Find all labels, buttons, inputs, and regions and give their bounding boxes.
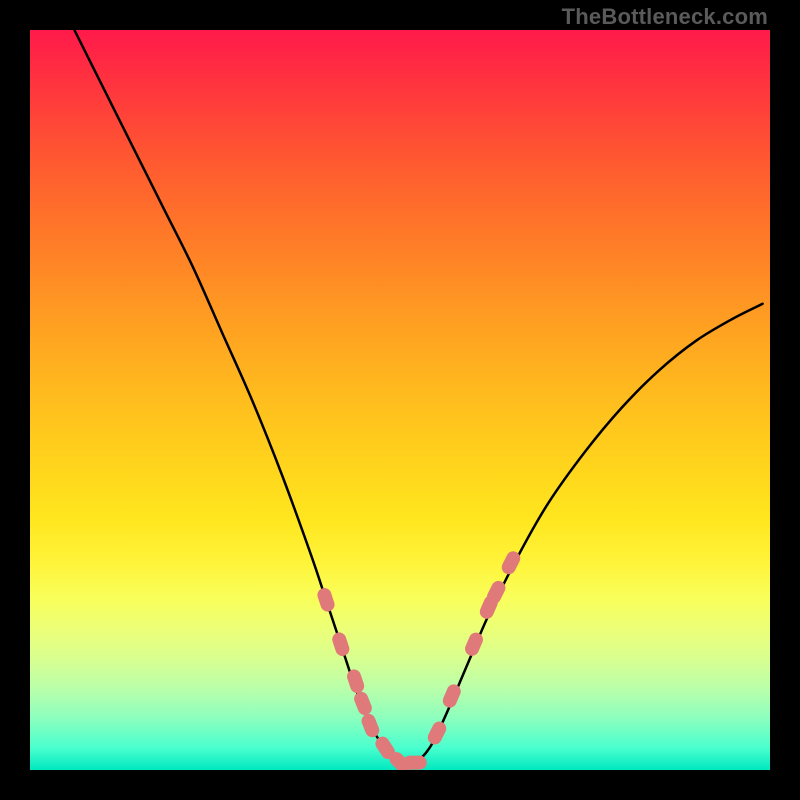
chart-svg [30,30,770,770]
curve-marker [463,630,485,658]
curve-marker [352,690,374,717]
curve-marker [441,682,463,710]
bottleneck-curve-path [74,30,762,764]
watermark-text: TheBottleneck.com [562,4,768,30]
curve-marker [359,712,381,739]
chart-frame: TheBottleneck.com [0,0,800,800]
curve-marker [330,631,351,658]
curve-marker [345,668,366,695]
curve-marker [425,719,448,747]
plot-area [30,30,770,770]
curve-marker [403,756,427,770]
curve-layer [74,30,762,764]
curve-marker [316,586,337,613]
